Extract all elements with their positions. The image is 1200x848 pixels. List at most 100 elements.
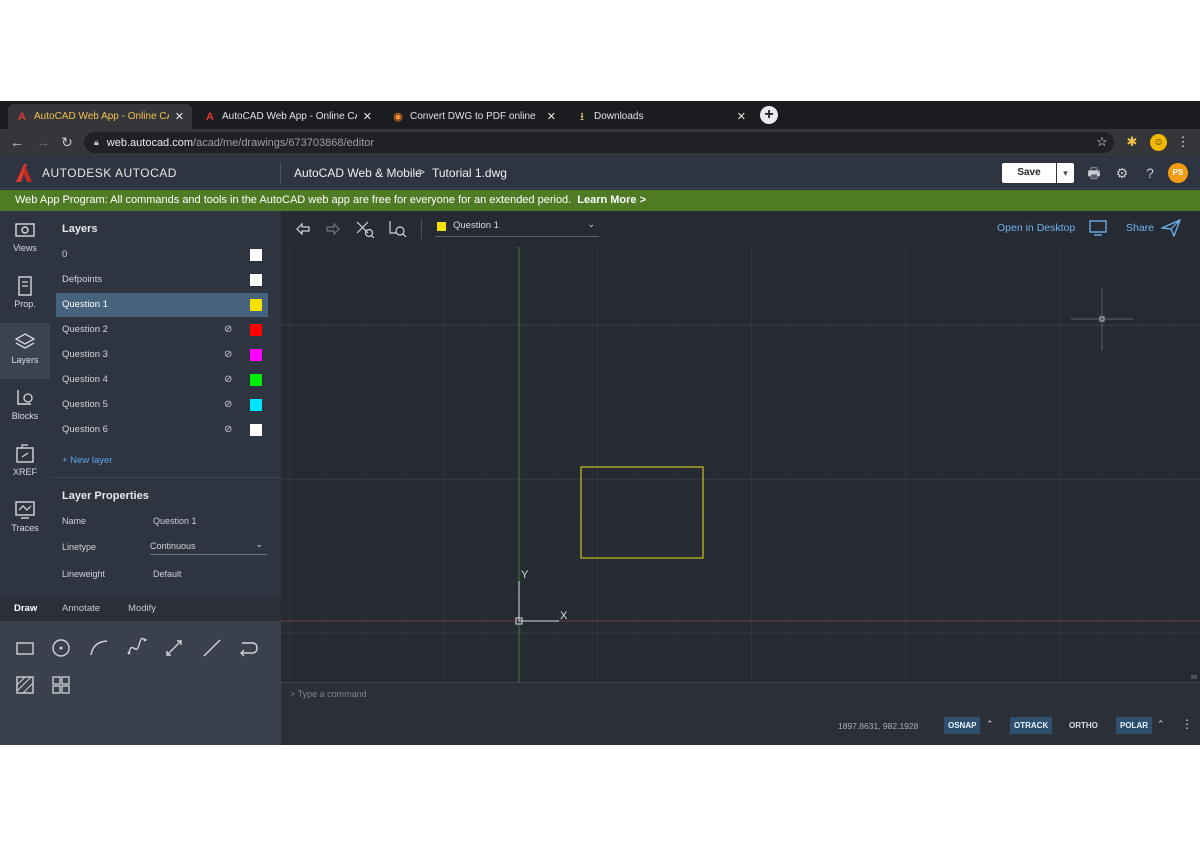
tab-title: Downloads	[594, 111, 644, 122]
save-button[interactable]: Save	[1002, 163, 1056, 183]
profile-avatar[interactable]: ☺	[1150, 134, 1167, 151]
zoom-extents-icon[interactable]	[387, 219, 407, 239]
user-avatar[interactable]: PS	[1168, 163, 1188, 183]
rail-item-properties[interactable]: Prop.	[0, 267, 50, 323]
close-icon[interactable]: ✕	[175, 110, 184, 123]
extensions-icon[interactable]: ✱	[1124, 133, 1140, 151]
otrack-toggle[interactable]: OTRACK	[1010, 717, 1053, 734]
views-icon	[15, 223, 35, 237]
lightbulb-off-icon[interactable]: ⊘	[224, 318, 232, 342]
rectangle-tool-icon[interactable]	[14, 637, 36, 659]
share-plane-icon[interactable]	[1161, 219, 1181, 237]
url-field[interactable]: 🔒︎ web.autocad.com/acad/me/drawings/6737…	[84, 132, 1114, 153]
layer-row[interactable]: Question 2 ⊘	[56, 318, 268, 342]
lightbulb-off-icon[interactable]: ⊘	[224, 343, 232, 367]
lightbulb-off-icon[interactable]: ⊘	[224, 418, 232, 442]
layer-color-swatch[interactable]	[250, 374, 262, 386]
forward-icon[interactable]: →	[34, 133, 52, 151]
close-icon[interactable]: ✕	[737, 110, 746, 123]
back-icon[interactable]: ←	[8, 133, 26, 151]
rail-item-traces[interactable]: Traces	[0, 491, 50, 547]
layers-panel: Layers 0 Defpoints Question 1 Question 2 ⊘ Qu…	[50, 211, 281, 596]
rail-item-xref[interactable]: XREF	[0, 435, 50, 491]
block-grid-tool-icon[interactable]	[50, 674, 72, 696]
rail-item-layers[interactable]: Layers	[0, 323, 50, 379]
desktop-icon[interactable]	[1089, 220, 1107, 236]
linetype-select[interactable]: Continuous ⌄	[150, 537, 267, 555]
reload-icon[interactable]: ↻	[58, 133, 76, 151]
osnap-toggle[interactable]: OSNAP	[944, 717, 981, 734]
print-icon[interactable]: 🖶︎	[1085, 164, 1103, 182]
layer-color-swatch[interactable]	[250, 274, 262, 286]
save-dropdown-chevron-icon[interactable]: ▾	[1057, 163, 1074, 183]
layer-row[interactable]: Question 4 ⊘	[56, 368, 268, 392]
polyline-tool-icon[interactable]	[163, 637, 185, 659]
layer-row[interactable]: Question 3 ⊘	[56, 343, 268, 367]
offset-tool-icon[interactable]	[238, 637, 260, 659]
layer-row[interactable]: Defpoints	[56, 268, 268, 292]
layer-color-swatch[interactable]	[250, 424, 262, 436]
command-line[interactable]: > Type a command	[281, 682, 1200, 706]
layer-color-swatch[interactable]	[250, 399, 262, 411]
new-layer-button[interactable]: + New layer	[62, 455, 112, 466]
browser-tab-2[interactable]: A AutoCAD Web App - Online CAD ✕	[196, 104, 380, 129]
trim-icon[interactable]	[355, 219, 375, 239]
prop-lineweight-value[interactable]: Default	[153, 569, 182, 579]
close-icon[interactable]: ✕	[547, 110, 556, 123]
layer-name: Question 4	[62, 374, 108, 385]
drawing-canvas[interactable]: Question 1 ⌄ Open in Desktop Share Y X	[281, 211, 1200, 682]
hatch-tool-icon[interactable]	[14, 674, 36, 696]
spline-tool-icon[interactable]	[126, 637, 148, 659]
line-tool-icon[interactable]	[201, 637, 223, 659]
browser-tab-1[interactable]: A AutoCAD Web App - Online CAD ✕	[8, 104, 192, 129]
osnap-caret-icon[interactable]: ⌃	[986, 719, 994, 730]
rail-label: XREF	[12, 467, 37, 477]
scrollbar[interactable]	[1191, 675, 1197, 679]
bookmark-star-icon[interactable]: ☆	[1094, 133, 1110, 151]
tab-draw[interactable]: Draw	[14, 603, 37, 614]
layer-color-swatch[interactable]	[250, 324, 262, 336]
tab-annotate[interactable]: Annotate	[62, 603, 100, 614]
ortho-toggle[interactable]: ORTHO	[1065, 717, 1102, 734]
learn-more-link[interactable]: Learn More >	[577, 194, 646, 206]
rail-item-blocks[interactable]: Blocks	[0, 379, 50, 435]
layer-color-swatch[interactable]	[250, 299, 262, 311]
command-input[interactable]: > Type a command	[290, 689, 367, 699]
arc-tool-icon[interactable]	[88, 637, 110, 659]
polar-toggle[interactable]: POLAR	[1116, 717, 1152, 734]
drawing-area[interactable]: Y X	[281, 247, 1200, 682]
lightbulb-off-icon[interactable]: ⊘	[224, 368, 232, 392]
breadcrumb-app[interactable]: AutoCAD Web & Mobile	[294, 166, 422, 180]
lightbulb-off-icon[interactable]: ⊘	[224, 393, 232, 417]
open-in-desktop-button[interactable]: Open in Desktop	[997, 222, 1075, 234]
current-layer-dropdown[interactable]: Question 1 ⌄	[435, 218, 599, 237]
layer-row[interactable]: Question 5 ⊘	[56, 393, 268, 417]
rail-label: Blocks	[11, 411, 39, 421]
browser-tab-3[interactable]: ◉ Convert DWG to PDF online ✕	[384, 104, 564, 129]
prop-name-value[interactable]: Question 1	[153, 516, 197, 526]
redo-icon[interactable]	[323, 219, 343, 239]
layer-row[interactable]: Question 6 ⊘	[56, 418, 268, 442]
undo-icon[interactable]	[293, 219, 313, 239]
layer-row[interactable]: 0	[56, 243, 268, 267]
help-icon[interactable]: ?	[1141, 164, 1159, 182]
circle-tool-icon[interactable]	[50, 637, 72, 659]
layer-color-swatch[interactable]	[250, 349, 262, 361]
major-grid	[281, 247, 1200, 682]
browser-tab-4[interactable]: ⭳ Downloads ✕	[568, 104, 754, 129]
rail-item-views[interactable]: Views	[0, 211, 50, 267]
gear-icon[interactable]: ⚙	[1113, 164, 1131, 182]
traces-icon	[15, 501, 35, 519]
rail-label: Prop.	[14, 299, 36, 309]
layer-color-swatch[interactable]	[250, 249, 262, 261]
close-icon[interactable]: ✕	[363, 110, 372, 123]
rail-label: Traces	[11, 523, 39, 533]
new-tab-button[interactable]: +	[760, 106, 778, 124]
browser-menu-icon[interactable]: ⋮	[1176, 133, 1190, 151]
polar-caret-icon[interactable]: ⌃	[1157, 719, 1165, 730]
share-button[interactable]: Share	[1126, 222, 1154, 234]
layer-row[interactable]: Question 1	[56, 293, 268, 317]
more-options-icon[interactable]: ⋮	[1181, 717, 1193, 731]
app-header: AUTODESK AUTOCAD AutoCAD Web & Mobile > …	[0, 156, 1200, 189]
tab-modify[interactable]: Modify	[128, 603, 156, 614]
